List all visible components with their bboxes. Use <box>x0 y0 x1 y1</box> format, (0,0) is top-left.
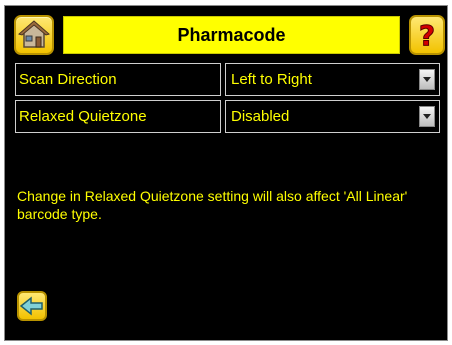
back-arrow-icon <box>20 296 43 316</box>
chevron-down-icon[interactable] <box>419 106 435 127</box>
relaxed-quietzone-value: Disabled <box>231 108 290 125</box>
back-button[interactable] <box>17 291 47 321</box>
question-mark-icon: ? <box>418 19 435 51</box>
help-glyph: ? <box>419 19 435 51</box>
setting-row-relaxed-quietzone: Relaxed Quietzone Disabled <box>15 100 440 133</box>
relaxed-quietzone-label: Relaxed Quietzone <box>15 100 221 133</box>
info-message: Change in Relaxed Quietzone setting will… <box>17 188 408 222</box>
device-screen: Pharmacode ? <box>4 5 448 341</box>
scan-direction-value: Left to Right <box>231 71 312 88</box>
scan-direction-select[interactable]: Left to Right <box>225 63 440 96</box>
page-title: Pharmacode <box>63 16 400 54</box>
chevron-down-icon[interactable] <box>419 69 435 90</box>
setting-row-scan-direction: Scan Direction Left to Right <box>15 63 440 96</box>
help-button[interactable]: ? <box>409 15 445 55</box>
home-button[interactable] <box>14 15 54 55</box>
scan-direction-label: Scan Direction <box>15 63 221 96</box>
relaxed-quietzone-select[interactable]: Disabled <box>225 100 440 133</box>
home-icon <box>18 20 50 48</box>
